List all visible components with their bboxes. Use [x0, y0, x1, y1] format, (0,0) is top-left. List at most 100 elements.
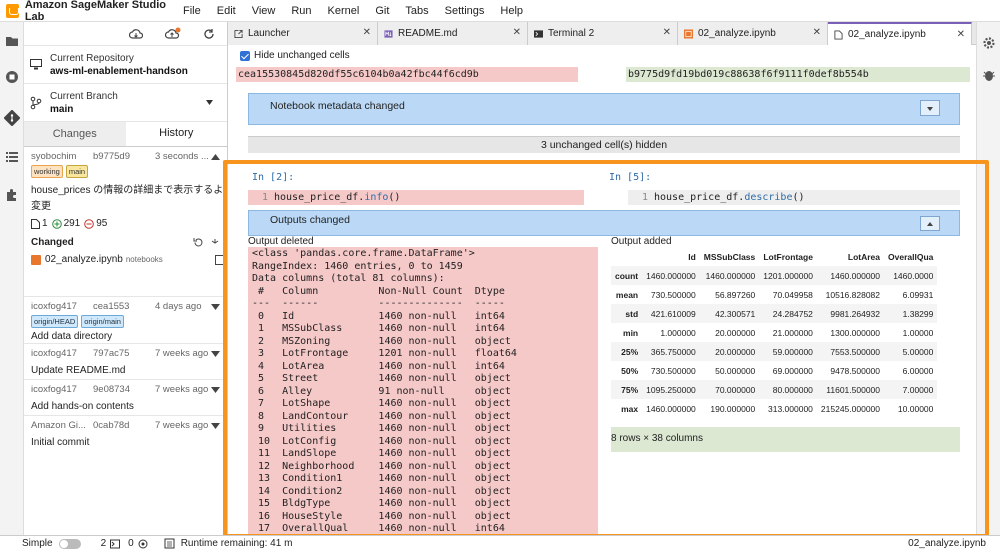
- chevron-down-icon[interactable]: [211, 423, 220, 429]
- close-icon[interactable]: ✕: [663, 27, 671, 38]
- cloud-push-icon[interactable]: [165, 27, 181, 40]
- metadata-changed-label: Notebook metadata changed: [270, 100, 405, 112]
- commit-message: Initial commit: [31, 437, 90, 448]
- hide-unchanged-toggle[interactable]: Hide unchanged cells: [240, 50, 350, 61]
- tag-origin-head: origin/HEAD: [31, 315, 79, 328]
- tab-label: README.md: [398, 28, 458, 39]
- discard-icon[interactable]: [210, 238, 220, 248]
- column-header: OverallQua: [888, 251, 934, 262]
- close-icon[interactable]: ✕: [363, 27, 371, 38]
- status-bar: Simple 2 0 Runtime remaining: 41 m 02_an…: [0, 535, 1000, 551]
- extension-puzzle-icon[interactable]: [5, 188, 19, 202]
- menu-kernel[interactable]: Kernel: [320, 5, 368, 17]
- commit-message: house_prices の情報の詳細まで表示するよう: [31, 185, 228, 196]
- menu-help[interactable]: Help: [492, 5, 531, 17]
- history-revert-icon[interactable]: [193, 237, 204, 248]
- git-panel: Current Repository aws-ml-enablement-han…: [24, 22, 228, 535]
- tab-history[interactable]: History: [125, 122, 227, 146]
- folder-icon[interactable]: [5, 34, 19, 48]
- file-icon: [31, 218, 40, 229]
- tab-readme[interactable]: README.md ✕: [378, 22, 528, 45]
- kernel-count[interactable]: 0: [128, 538, 134, 549]
- column-header: MSSubClass: [703, 251, 756, 262]
- tag-origin-main: origin/main: [81, 315, 124, 328]
- unchanged-cells-hidden-bar[interactable]: 3 unchanged cell(s) hidden: [248, 136, 960, 153]
- tab-label: 02_analyze.ipynb: [698, 28, 776, 39]
- commit-item[interactable]: icoxfog417 9e08734 7 weeks ago Add hands…: [24, 380, 227, 416]
- tab-terminal[interactable]: Terminal 2 ✕: [528, 22, 678, 45]
- debugger-bug-icon[interactable]: [983, 68, 995, 82]
- tab-notebook[interactable]: 02_analyze.ipynb ✕: [678, 22, 828, 45]
- changed-file-name[interactable]: 02_analyze.ipynb: [45, 254, 123, 265]
- hide-unchanged-checkbox[interactable]: [240, 50, 250, 61]
- monitor-icon: [30, 59, 42, 70]
- commit-author: icoxfog417: [31, 348, 77, 359]
- table-cell: 190.000000: [699, 399, 760, 418]
- table-of-contents-icon[interactable]: [5, 150, 19, 164]
- table-row: max 1460.000000 190.000000 313.000000 215245…: [611, 399, 938, 418]
- git-toolbar: [24, 22, 227, 46]
- table-cell: 70.049958: [759, 285, 817, 304]
- git-icon[interactable]: [4, 110, 20, 126]
- chevron-down-icon[interactable]: [211, 387, 220, 393]
- current-repository-row[interactable]: Current Repository aws-ml-enablement-han…: [24, 46, 227, 84]
- commit-hash: cea1553: [93, 301, 130, 312]
- table-cell: 1201.000000: [759, 266, 817, 285]
- menu-file[interactable]: File: [175, 5, 209, 17]
- menu-edit[interactable]: Edit: [209, 5, 244, 17]
- tab-launcher[interactable]: Launcher ✕: [228, 22, 378, 45]
- current-branch-row[interactable]: Current Branch main: [24, 84, 227, 122]
- commit-item[interactable]: icoxfog417 797ac75 7 weeks ago Update RE…: [24, 344, 227, 380]
- collapse-outputs-button[interactable]: [920, 216, 940, 231]
- table-cell: 730.500000: [642, 285, 700, 304]
- terminal-count[interactable]: 2: [101, 538, 107, 549]
- gear-icon[interactable]: [982, 36, 996, 50]
- close-icon[interactable]: ✕: [813, 27, 821, 38]
- target-commit-hash: b9775d9fd19bd019c88638f6f9111f0def8b554b: [626, 67, 970, 82]
- code-text: house_price_df.: [654, 192, 745, 203]
- commit-hash: 797ac75: [93, 348, 130, 359]
- column-header: LotArea: [847, 251, 881, 262]
- menu-view[interactable]: View: [244, 5, 284, 17]
- simple-mode-toggle[interactable]: [58, 538, 81, 549]
- commit-item[interactable]: Amazon Gi... 0cab78d 7 weeks ago Initial…: [24, 416, 227, 452]
- table-cell: 80.000000: [759, 380, 817, 399]
- cloud-pull-icon[interactable]: [129, 28, 143, 40]
- menu-git[interactable]: Git: [367, 5, 397, 17]
- commit-date: 7 weeks ago: [155, 420, 209, 431]
- commit-author: icoxfog417: [31, 384, 77, 395]
- close-icon[interactable]: ✕: [957, 29, 965, 40]
- tab-changes[interactable]: Changes: [24, 122, 126, 146]
- table-cell: 730.500000: [642, 361, 700, 380]
- commit-item[interactable]: syobochim b9775d9 3 seconds ... working m…: [24, 147, 227, 297]
- expand-metadata-button[interactable]: [920, 100, 940, 116]
- refresh-icon[interactable]: [203, 28, 215, 40]
- chevron-down-icon[interactable]: [211, 304, 220, 310]
- menu-settings[interactable]: Settings: [437, 5, 493, 17]
- code-text: (): [792, 192, 805, 203]
- terminal-icon: [110, 539, 121, 548]
- current-repository-name: aws-ml-enablement-handson: [50, 65, 188, 77]
- chevron-up-icon[interactable]: [211, 154, 220, 160]
- table-cell: 1460.0000: [884, 266, 938, 285]
- table-row: 50% 730.500000 50.000000 69.000000 9478.5000…: [611, 361, 938, 380]
- tab-notebook-diff[interactable]: 02_analyze.ipynb ✕: [828, 22, 972, 45]
- running-sessions-icon[interactable]: [5, 70, 19, 84]
- table-cell: 50.000000: [699, 361, 760, 380]
- commit-item[interactable]: icoxfog417 cea1553 4 days ago origin/HEA…: [24, 297, 227, 344]
- hide-unchanged-label: Hide unchanged cells: [254, 50, 350, 61]
- menu-tabs[interactable]: Tabs: [397, 5, 436, 17]
- open-diff-icon[interactable]: [215, 254, 225, 265]
- commit-date: 3 seconds ...: [155, 151, 209, 162]
- close-icon[interactable]: ✕: [513, 27, 521, 38]
- commit-hash: 9e08734: [93, 384, 130, 395]
- row-label: std: [611, 304, 643, 323]
- row-label: max: [611, 399, 643, 418]
- table-cell: 7.00000: [884, 380, 938, 399]
- chevron-down-icon[interactable]: [206, 100, 213, 105]
- chevron-down-icon[interactable]: [211, 351, 220, 357]
- sagemaker-logo-icon: [6, 3, 19, 18]
- menu-run[interactable]: Run: [283, 5, 319, 17]
- output-added-label: Output added: [611, 236, 672, 247]
- table-cell: 10.00000: [884, 399, 938, 418]
